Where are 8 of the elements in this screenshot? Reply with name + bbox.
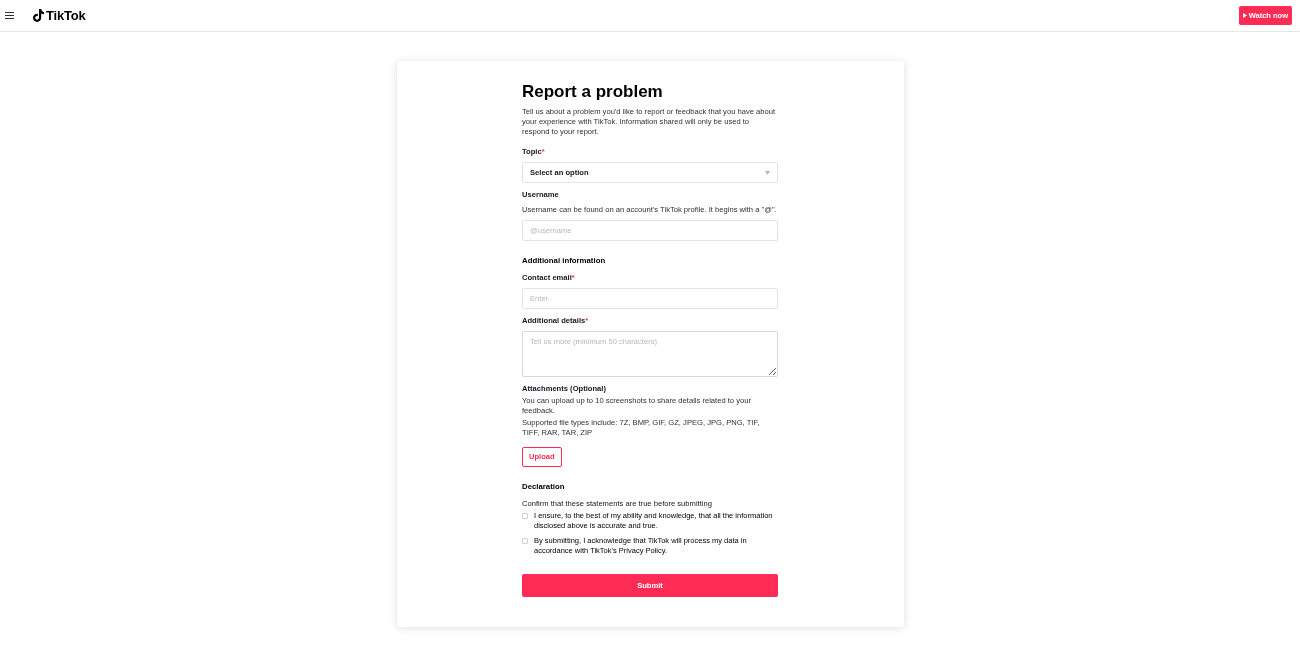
- note-logo-icon[interactable]: [33, 9, 44, 22]
- checkbox[interactable]: [522, 513, 528, 519]
- menu-icon[interactable]: [5, 12, 14, 19]
- checkbox[interactable]: [522, 538, 528, 544]
- play-icon: [1242, 13, 1247, 18]
- caret-icon: [765, 170, 770, 175]
- logo-text[interactable]: TikTok: [46, 7, 86, 24]
- page-title: Report a problem: [522, 82, 664, 102]
